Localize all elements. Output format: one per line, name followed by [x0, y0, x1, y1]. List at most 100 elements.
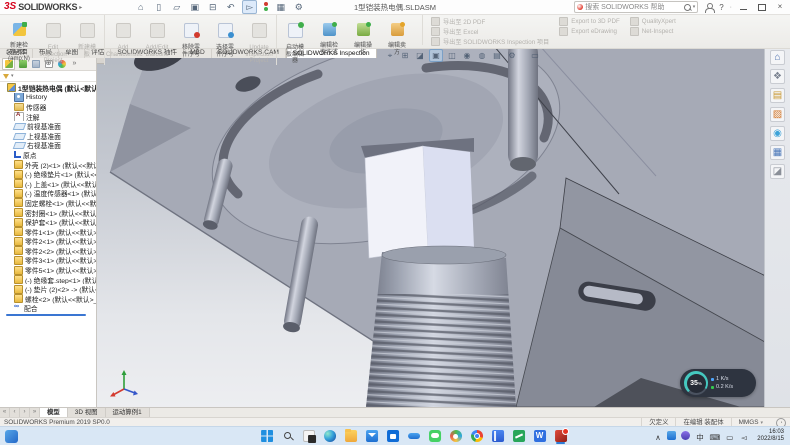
edit-methods-button[interactable]: 编辑检 查方式: [312, 15, 346, 65]
view-orientation-icon[interactable]: ▣: [429, 49, 443, 62]
menu-expand-icon[interactable]: ▸: [79, 4, 82, 11]
apply-scene-icon[interactable]: ▤: [491, 50, 503, 61]
3d-viewport[interactable]: ◀ ⌖⊞◪▣◫◉◍▤⚙▭ ⌂❖▤▨◉▦◪ 35% 1 K/s0.2 K/s: [96, 46, 790, 407]
tree-item[interactable]: 配合: [0, 304, 96, 314]
edit-operations-button[interactable]: 编辑操 作: [346, 15, 380, 65]
edit-vendors-button[interactable]: 编辑卖 方: [380, 15, 414, 65]
save-icon[interactable]: ▣: [188, 1, 201, 13]
tree-item[interactable]: 零件2<2> (默认<<默认>_显示状: [0, 246, 96, 256]
zoom-speed-hud[interactable]: 35% 1 K/s0.2 K/s: [680, 369, 756, 397]
taskbar-icon-wps-writer[interactable]: [532, 428, 547, 444]
tree-item[interactable]: 原点: [0, 150, 96, 160]
tree-item[interactable]: 零件1<1> (默认<<默认>_显示状态: [0, 227, 96, 237]
tray-volume-icon[interactable]: ◅: [739, 427, 748, 445]
tree-item[interactable]: History: [0, 93, 96, 103]
select-icon[interactable]: ▻: [242, 0, 257, 14]
taskbar-icon-search[interactable]: [280, 428, 295, 444]
filter-caret-icon[interactable]: ▾: [11, 73, 14, 79]
search-icon[interactable]: [684, 4, 691, 11]
design-library-icon[interactable]: ❖: [770, 69, 785, 84]
ime-language-indicator[interactable]: 中: [695, 427, 704, 445]
taskbar-icon-wps[interactable]: [511, 428, 526, 444]
tree-item[interactable]: 外壳 (2)<1> (默认<<默认>_显示状: [0, 160, 96, 170]
widgets-icon[interactable]: [5, 430, 18, 443]
search-caret-icon[interactable]: ▾: [693, 4, 696, 10]
tree-item[interactable]: 密封圈<1> (默认<<默认>_显示状: [0, 208, 96, 218]
export-excel-button[interactable]: 导出至 Excel: [431, 27, 549, 35]
tree-item[interactable]: (-) 绝缘套.step<1> (默认<<默认>: [0, 275, 96, 285]
add-edit-balloons-button[interactable]: Add/Edit Balloons: [140, 15, 174, 65]
taskbar-icon-mail[interactable]: [364, 428, 379, 444]
tree-item[interactable]: 1型铠装热电偶 (默认<默认_显示状态-1: [0, 83, 96, 93]
view-settings-icon[interactable]: ⚙: [506, 50, 518, 61]
export-inspection-project-button[interactable]: 导出至 SOLIDWORKS Inspection 项目: [431, 37, 549, 45]
close-button[interactable]: ×: [774, 2, 786, 12]
add-characteristic-button[interactable]: Add Characteristic: [106, 15, 140, 65]
taskbar-icon-browser-360[interactable]: [448, 428, 463, 444]
tree-item[interactable]: 螺栓<2> (默认<<默认>_显示状态: [0, 294, 96, 304]
tray-expand-icon[interactable]: ∧: [653, 427, 662, 445]
tree-item[interactable]: 零件3<1> (默认<<默认>_显示状: [0, 256, 96, 266]
taskbar-icon-wechat[interactable]: [427, 428, 442, 444]
hide-show-items-icon[interactable]: ◉: [461, 50, 473, 61]
view-palette-icon[interactable]: ▨: [770, 107, 785, 122]
select-balloons-button[interactable]: 选择零 件序号: [208, 15, 242, 65]
taskbar-icon-start[interactable]: [259, 428, 274, 444]
comment-icon[interactable]: ▭: [529, 50, 541, 61]
solidworks-resources-icon[interactable]: ⌂: [770, 50, 785, 65]
tree-item[interactable]: 上视基准面: [0, 131, 96, 141]
net-inspect-button[interactable]: Net-Inspect: [630, 27, 676, 35]
display-settings-icon[interactable]: ▦: [274, 1, 287, 13]
export-edrawing-button[interactable]: Export eDrawing: [559, 27, 620, 35]
minimize-button[interactable]: [738, 2, 750, 12]
new-template-button[interactable]: 新建模 板: [70, 15, 105, 65]
tree-item[interactable]: (-) 温度传感器<1> (默认<<默认>_: [0, 189, 96, 199]
export-2d-pdf-button[interactable]: 导出至 2D PDF: [431, 17, 549, 25]
ime-keyboard-icon[interactable]: ⌨: [709, 427, 720, 445]
appearances-scenes-icon[interactable]: ◉: [770, 126, 785, 141]
taskbar-icon-onedrive[interactable]: [406, 428, 421, 444]
tree-filter[interactable]: ▾: [0, 71, 96, 82]
taskbar-icon-solidworks[interactable]: [553, 428, 568, 444]
open-icon[interactable]: ▱: [170, 1, 183, 13]
print-icon[interactable]: ⊟: [206, 1, 219, 13]
qualityxpert-button[interactable]: QualityXpert: [630, 17, 676, 25]
home-icon[interactable]: ⌂: [134, 1, 147, 13]
rebuild-traffic-light-icon[interactable]: [262, 1, 269, 13]
taskbar-icon-chrome[interactable]: [469, 428, 484, 444]
new-inspection-project-button[interactable]: 新建检 查项目 (amp;N): [2, 15, 36, 65]
tree-item[interactable]: (-) 上盖<1> (默认<<默认>_显示状: [0, 179, 96, 189]
file-explorer-pane-icon[interactable]: ▤: [770, 88, 785, 103]
taskbar-icon-file-explorer[interactable]: [343, 428, 358, 444]
tree-item[interactable]: 零件2<1> (默认<<默认>_显示状态: [0, 237, 96, 247]
undo-icon[interactable]: ↶: [224, 1, 237, 13]
tree-item[interactable]: (-) 绝缘垫片<1> (默认<<默认>_显: [0, 169, 96, 179]
tree-item[interactable]: 传感器: [0, 102, 96, 112]
tree-item[interactable]: 固定螺栓<1> (默认<<默认>_显示状: [0, 198, 96, 208]
login-icon[interactable]: [704, 3, 713, 12]
tray-security-icon[interactable]: [667, 427, 676, 445]
tree-item[interactable]: 零件5<1> (默认<<默认>_显示状态: [0, 265, 96, 275]
tree-item[interactable]: 注解: [0, 112, 96, 122]
export-3d-pdf-button[interactable]: Export to 3D PDF: [559, 17, 620, 25]
taskbar-clock[interactable]: 16:03 2022/8/15: [753, 429, 784, 443]
help-caret-icon[interactable]: ·: [730, 4, 732, 11]
rollback-bar[interactable]: [6, 314, 86, 316]
tray-display-icon[interactable]: ▭: [725, 427, 734, 445]
remove-balloons-button[interactable]: 移除零 件序号: [174, 15, 208, 65]
forum-icon[interactable]: ◪: [770, 164, 785, 179]
update-inspection-project-button[interactable]: Update Inspection Project: [242, 15, 277, 65]
launch-template-editor-button[interactable]: 启动模 板编辑 器: [278, 15, 312, 65]
tree-item[interactable]: 右视基准面: [0, 141, 96, 151]
taskbar-icon-store[interactable]: [385, 428, 400, 444]
edit-appearance-icon[interactable]: ◍: [476, 50, 488, 61]
tree-item[interactable]: 保护套<1> (默认<<默认>_显示状: [0, 217, 96, 227]
display-style-icon[interactable]: ◫: [446, 50, 458, 61]
options-gear-icon[interactable]: ⚙: [292, 1, 305, 13]
taskbar-icon-edge[interactable]: [322, 428, 337, 444]
help-button[interactable]: ?: [719, 3, 723, 12]
tray-location-icon[interactable]: [681, 427, 690, 445]
taskbar-icon-reader[interactable]: [490, 428, 505, 444]
tree-item[interactable]: (-) 垫片 (2)<2> -> (默认<<默认>: [0, 284, 96, 294]
tree-item[interactable]: 前视基准面: [0, 121, 96, 131]
